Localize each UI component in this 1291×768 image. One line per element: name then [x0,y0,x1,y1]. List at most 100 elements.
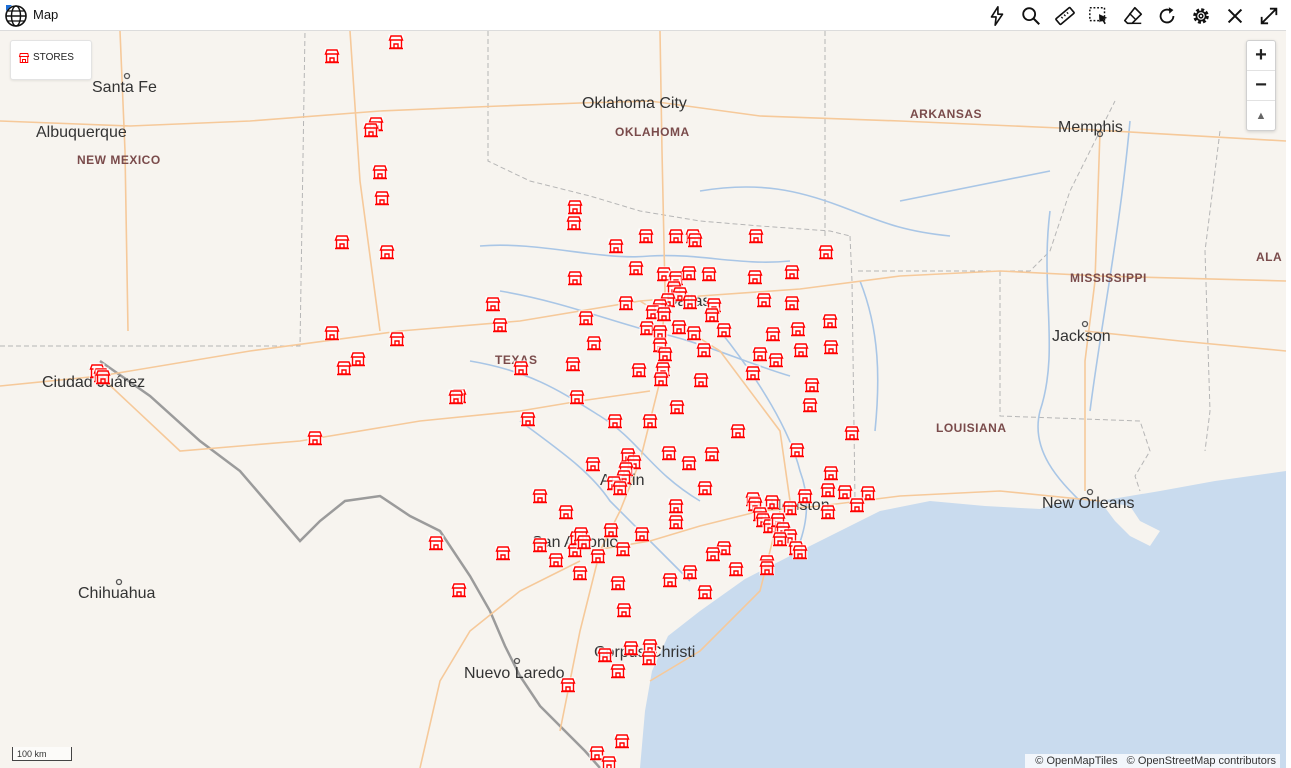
store-marker[interactable] [388,34,404,50]
store-marker[interactable] [492,317,508,333]
store-marker[interactable] [334,234,350,250]
refresh-button[interactable] [1153,3,1181,29]
store-marker[interactable] [623,640,639,656]
eraser-button[interactable] [1119,3,1147,29]
store-marker[interactable] [642,413,658,429]
store-marker[interactable] [379,244,395,260]
store-marker[interactable] [601,755,617,768]
store-marker[interactable] [569,389,585,405]
store-marker[interactable] [485,296,501,312]
store-marker[interactable] [616,602,632,618]
store-marker[interactable] [752,346,768,362]
store-marker[interactable] [687,232,703,248]
store-marker[interactable] [641,650,657,666]
store-marker[interactable] [532,488,548,504]
store-marker[interactable] [668,514,684,530]
store-marker[interactable] [560,677,576,693]
store-marker[interactable] [756,292,772,308]
zoom-in-button[interactable]: + [1247,41,1275,71]
store-marker[interactable] [548,552,564,568]
store-marker[interactable] [610,663,626,679]
store-marker[interactable] [704,446,720,462]
store-marker[interactable] [802,397,818,413]
store-marker[interactable] [448,389,464,405]
store-marker[interactable] [610,575,626,591]
store-marker[interactable] [820,482,836,498]
store-marker[interactable] [324,48,340,64]
store-marker[interactable] [682,564,698,580]
store-marker[interactable] [661,445,677,461]
expand-button[interactable] [1255,3,1283,29]
store-marker[interactable] [607,413,623,429]
store-marker[interactable] [768,352,784,368]
store-marker[interactable] [586,335,602,351]
store-marker[interactable] [784,264,800,280]
store-marker[interactable] [697,480,713,496]
store-marker[interactable] [653,371,669,387]
store-marker[interactable] [603,522,619,538]
store-marker[interactable] [669,399,685,415]
store-marker[interactable] [363,122,379,138]
store-marker[interactable] [747,269,763,285]
store-marker[interactable] [638,228,654,244]
store-marker[interactable] [572,565,588,581]
store-marker[interactable] [95,369,111,385]
store-marker[interactable] [566,215,582,231]
store-marker[interactable] [823,339,839,355]
store-marker[interactable] [612,480,628,496]
store-marker[interactable] [324,325,340,341]
store-marker[interactable] [681,265,697,281]
store-marker[interactable] [618,295,634,311]
store-marker[interactable] [585,456,601,472]
store-marker[interactable] [765,326,781,342]
store-marker[interactable] [681,455,697,471]
store-marker[interactable] [822,313,838,329]
store-marker[interactable] [590,548,606,564]
store-marker[interactable] [372,164,388,180]
store-marker[interactable] [634,526,650,542]
store-marker[interactable] [336,360,352,376]
store-marker[interactable] [631,362,647,378]
store-marker[interactable] [730,423,746,439]
store-marker[interactable] [784,295,800,311]
close-button[interactable] [1221,3,1249,29]
store-marker[interactable] [682,294,698,310]
store-marker[interactable] [513,360,529,376]
store-marker[interactable] [686,325,702,341]
store-marker[interactable] [615,541,631,557]
store-marker[interactable] [849,497,865,513]
store-marker[interactable] [748,228,764,244]
store-marker[interactable] [728,561,744,577]
store-marker[interactable] [745,365,761,381]
store-marker[interactable] [451,582,467,598]
store-marker[interactable] [818,244,834,260]
store-marker[interactable] [668,228,684,244]
store-marker[interactable] [597,647,613,663]
store-marker[interactable] [701,266,717,282]
store-marker[interactable] [520,411,536,427]
store-marker[interactable] [614,733,630,749]
store-marker[interactable] [716,322,732,338]
compass-north-button[interactable]: ▲ [1247,101,1275,130]
store-marker[interactable] [668,498,684,514]
store-marker[interactable] [789,442,805,458]
store-marker[interactable] [567,199,583,215]
store-marker[interactable] [790,321,806,337]
store-marker[interactable] [820,504,836,520]
layer-legend[interactable]: STORES [10,40,92,80]
settings-button[interactable] [1187,3,1215,29]
map-canvas[interactable]: Santa Fe Albuquerque Oklahoma City Memph… [0,31,1286,768]
store-marker[interactable] [657,346,673,362]
store-marker[interactable] [532,537,548,553]
store-marker[interactable] [565,356,581,372]
zoom-out-button[interactable]: − [1247,71,1275,101]
store-marker[interactable] [307,430,323,446]
store-marker[interactable] [350,351,366,367]
store-marker[interactable] [696,342,712,358]
store-marker[interactable] [374,190,390,206]
store-marker[interactable] [662,572,678,588]
measure-button[interactable] [1051,3,1079,29]
store-marker[interactable] [608,238,624,254]
store-marker[interactable] [772,531,788,547]
store-marker[interactable] [804,377,820,393]
